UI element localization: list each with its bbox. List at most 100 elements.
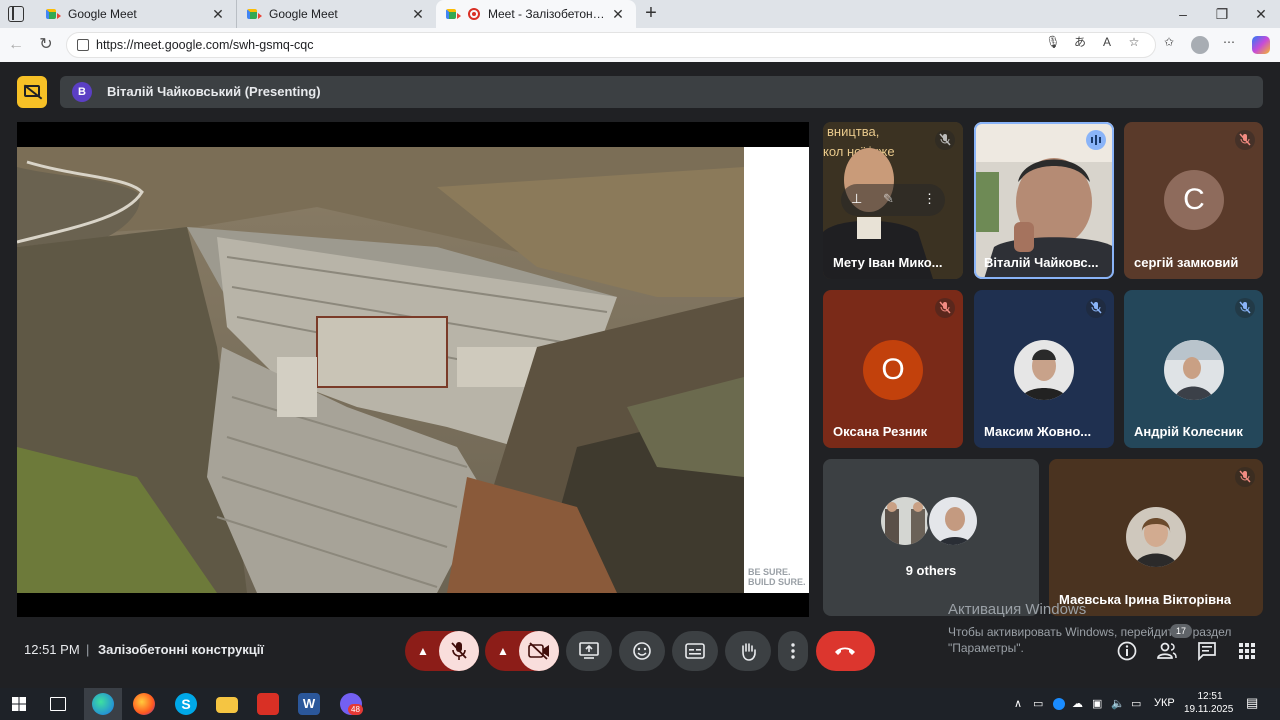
raise-hand-button[interactable] [725, 631, 771, 671]
participant-name: Мету Іван Мико... [833, 255, 943, 270]
firefox-icon[interactable] [133, 693, 155, 715]
read-aloud-icon[interactable]: A [1099, 34, 1115, 50]
tab-google-meet-2[interactable]: Google Meet ✕ [236, 0, 436, 28]
site-info-icon[interactable] [77, 39, 89, 51]
camera-off-icon [528, 642, 549, 660]
audio-options-chevron-icon[interactable]: ▲ [417, 644, 429, 658]
word-icon[interactable]: W [298, 693, 320, 715]
cloud-icon[interactable]: ☁ [1072, 697, 1083, 710]
others-tile[interactable]: 9 others [823, 459, 1039, 616]
network-icon[interactable]: ▭ [1131, 697, 1141, 710]
video-options-chevron-icon[interactable]: ▲ [497, 644, 509, 658]
microphone-control[interactable]: ▲ [405, 631, 479, 671]
edge-icon[interactable] [92, 693, 114, 715]
windows-start-icon[interactable] [12, 697, 26, 711]
meet-tray-icon[interactable]: ▭ [1033, 697, 1043, 710]
close-tab-icon[interactable]: ✕ [410, 6, 426, 23]
meeting-title: Залізобетонні конструкції [98, 642, 264, 657]
language-indicator[interactable]: УКР [1154, 697, 1175, 709]
participant-name: Віталій Чайковс... [984, 255, 1099, 270]
participant-tile[interactable]: Андрій Колесник [1124, 290, 1263, 448]
more-options-button[interactable] [778, 631, 808, 671]
meeting-details-icon[interactable] [1116, 640, 1138, 662]
show-hidden-icons[interactable]: ∧ [1014, 697, 1022, 710]
participant-tile[interactable]: Маєвська Ірина Вікторівна [1049, 459, 1263, 616]
slide-tag-line1: BE SURE. [748, 567, 791, 577]
more-vert-icon [791, 643, 795, 659]
microphone-icon[interactable]: 🎙 [1045, 34, 1061, 50]
taskbar-date[interactable]: 19.11.2025 [1184, 704, 1233, 715]
google-meet-icon [247, 8, 262, 20]
mute-participant-icon[interactable]: ✎ [883, 191, 894, 207]
copilot-icon[interactable] [1252, 36, 1270, 54]
participants-count-badge: 17 [1170, 624, 1192, 638]
other-participant-avatar [927, 495, 979, 547]
notifications-icon[interactable]: ▤ [1246, 695, 1258, 711]
meeting-clock: 12:51 PM [24, 642, 80, 657]
mic-off-button[interactable] [439, 631, 479, 671]
close-tab-icon[interactable]: ✕ [210, 6, 226, 23]
participant-name: Оксана Резник [833, 424, 928, 439]
camera-control[interactable]: ▲ [485, 631, 559, 671]
more-menu-icon[interactable]: ⋯ [1221, 34, 1237, 50]
raise-hand-icon [742, 643, 756, 661]
address-bar[interactable]: https://meet.google.com/swh-gsmq-cqc [66, 32, 1156, 58]
presenter-avatar: В [72, 82, 92, 102]
presenter-label: Віталій Чайковський (Presenting) [107, 84, 321, 99]
tile-more-icon[interactable]: ⋮ [923, 191, 936, 207]
participant-avatar [1164, 340, 1224, 400]
chat-icon[interactable] [1196, 640, 1218, 662]
reload-icon[interactable]: ↻ [36, 35, 56, 55]
slide-tag-line2: BUILD SURE. [748, 577, 806, 587]
slide-brand-tag: BE SURE. BUILD SURE. [748, 567, 806, 587]
presenter-banner: В Віталій Чайковський (Presenting) [60, 76, 1263, 108]
favorites-icon[interactable]: ✩ [1161, 34, 1177, 50]
pin-icon[interactable]: ⊥ [851, 191, 862, 207]
stop-presenting-icon[interactable] [17, 76, 47, 108]
tab-google-meet-1[interactable]: Google Meet ✕ [36, 0, 236, 28]
tab-actions-icon[interactable] [8, 6, 24, 22]
participant-avatar [1014, 340, 1074, 400]
skype-icon[interactable]: S [175, 693, 197, 715]
minimize-icon[interactable]: – [1164, 0, 1202, 28]
reactions-button[interactable] [619, 631, 665, 671]
participant-tile[interactable]: С сергій замковий [1124, 122, 1263, 279]
leave-call-button[interactable] [816, 631, 875, 671]
file-explorer-icon[interactable] [216, 697, 238, 713]
back-icon[interactable]: ← [6, 35, 26, 55]
muted-icon [935, 298, 955, 318]
windows-activation-title: Активация Windows [948, 601, 1087, 618]
participant-tile[interactable]: вництва, кол ної інже ⊥ ✎ ⋮ Мету Іван Ми… [823, 122, 963, 279]
security-icon[interactable]: ▣ [1092, 697, 1102, 710]
profile-avatar[interactable] [1191, 36, 1209, 54]
translate-icon[interactable]: あ [1072, 34, 1088, 50]
mic-off-icon [451, 642, 467, 660]
captions-icon [685, 643, 705, 659]
tab-meet-active[interactable]: Meet - Залізобетонні конструкції ✕ [436, 0, 636, 28]
volume-icon[interactable]: 🔈 [1111, 697, 1125, 710]
participant-avatar: С [1164, 170, 1224, 230]
separator: | [86, 642, 90, 657]
acrobat-icon[interactable] [257, 693, 279, 715]
activities-icon[interactable] [1236, 640, 1258, 662]
close-tab-icon[interactable]: ✕ [610, 6, 626, 23]
new-tab-button[interactable]: + [640, 2, 662, 24]
others-count-label: 9 others [905, 563, 957, 578]
taskbar-time[interactable]: 12:51 [1196, 690, 1224, 703]
participant-tile[interactable]: Віталій Чайковс... [974, 122, 1114, 279]
task-view-icon[interactable] [50, 697, 66, 711]
present-screen-button[interactable] [566, 631, 612, 671]
people-icon[interactable] [1156, 640, 1178, 662]
close-window-icon[interactable]: ✕ [1242, 0, 1280, 28]
windows-taskbar: S W 48 ∧ ▭ ☁ ▣ 🔈 ▭ УКР 12:51 19.11.2025 … [0, 688, 1280, 720]
participant-tile[interactable]: Максим Жовно... [974, 290, 1114, 448]
svg-text:вництва,: вництва, [827, 124, 879, 139]
camera-off-button[interactable] [519, 631, 559, 671]
captions-button[interactable] [672, 631, 718, 671]
onedrive-icon[interactable] [1053, 698, 1065, 710]
favorite-star-icon[interactable]: ☆ [1126, 34, 1142, 50]
maximize-icon[interactable]: ❐ [1203, 0, 1241, 28]
dam-photo [17, 147, 744, 593]
participant-tile[interactable]: О Оксана Резник [823, 290, 963, 448]
tab-title: Meet - Залізобетонні конструкції [488, 7, 606, 21]
